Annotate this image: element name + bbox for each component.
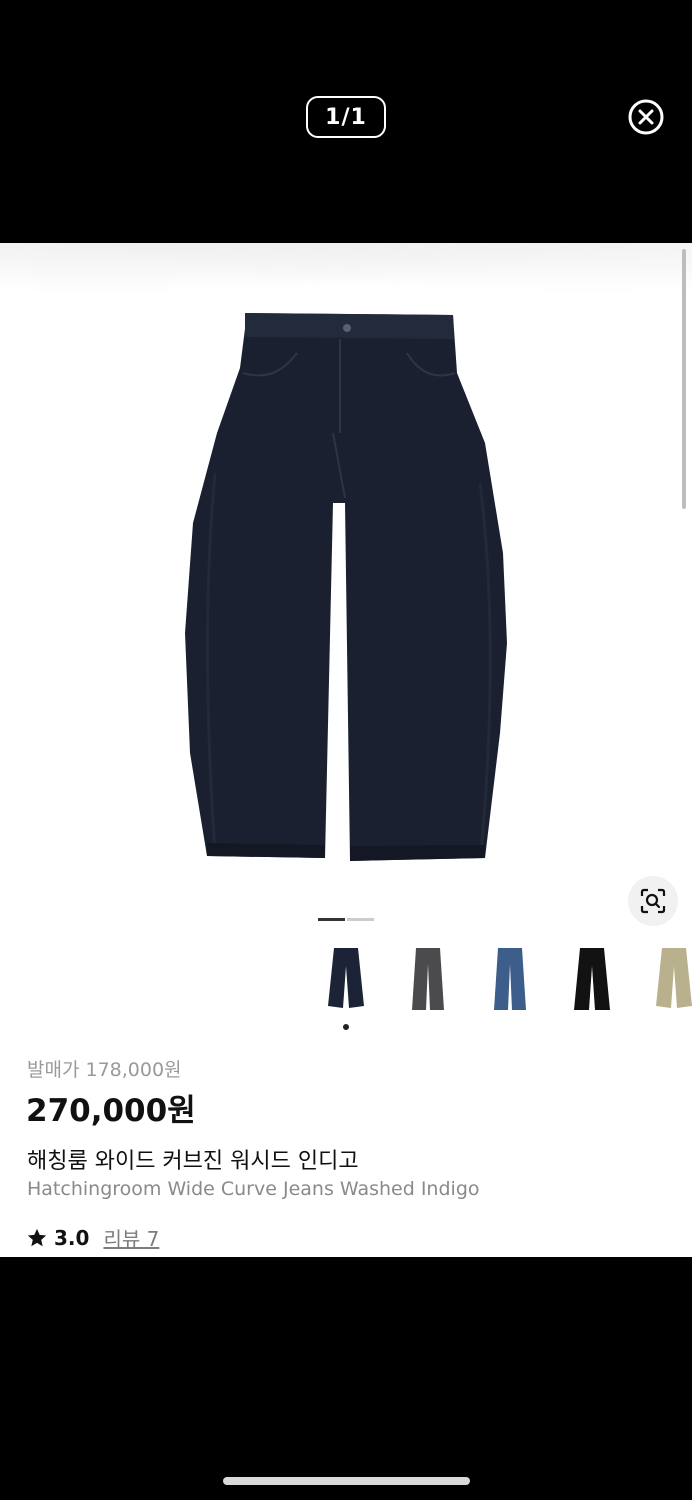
close-circle-icon[interactable]	[627, 98, 665, 136]
jeans-image	[185, 313, 507, 861]
thumbnail-mid-blue[interactable]	[484, 943, 536, 1015]
product-sheet: 발매가 178,000원 270,000원 해칭룸 와이드 커브진 워시드 인디…	[0, 243, 692, 1257]
rating-row: 3.0 리뷰 7	[26, 1223, 159, 1252]
color-thumbnails	[0, 943, 692, 1023]
product-name-english: Hatchingroom Wide Curve Jeans Washed Ind…	[27, 1178, 480, 1200]
thumbnail-charcoal[interactable]	[402, 943, 454, 1015]
selected-thumbnail-dot	[343, 1024, 349, 1030]
home-indicator[interactable]	[223, 1477, 470, 1485]
rating-value: 3.0	[54, 1225, 90, 1250]
visual-search-icon	[640, 888, 666, 914]
thumbnail-khaki[interactable]	[648, 943, 692, 1015]
hero-shadow	[0, 243, 692, 303]
product-image[interactable]	[0, 243, 692, 893]
thumbnail-indigo[interactable]	[320, 943, 372, 1015]
scrollbar[interactable]	[682, 249, 686, 509]
thumbnail-black[interactable]	[566, 943, 618, 1015]
star-icon	[27, 1228, 47, 1246]
page-counter: 1/1	[306, 96, 386, 138]
gallery-indicator-active	[318, 918, 345, 921]
product-name-korean: 해칭룸 와이드 커브진 워시드 인디고	[27, 1149, 359, 1174]
price: 270,000원	[26, 1093, 196, 1129]
review-link[interactable]: 리뷰 7	[103, 1223, 159, 1252]
viewer-header: 1/1	[0, 0, 692, 243]
gallery-indicator	[347, 918, 374, 921]
original-price: 발매가 178,000원	[27, 1059, 182, 1081]
visual-search-button[interactable]	[628, 876, 678, 926]
